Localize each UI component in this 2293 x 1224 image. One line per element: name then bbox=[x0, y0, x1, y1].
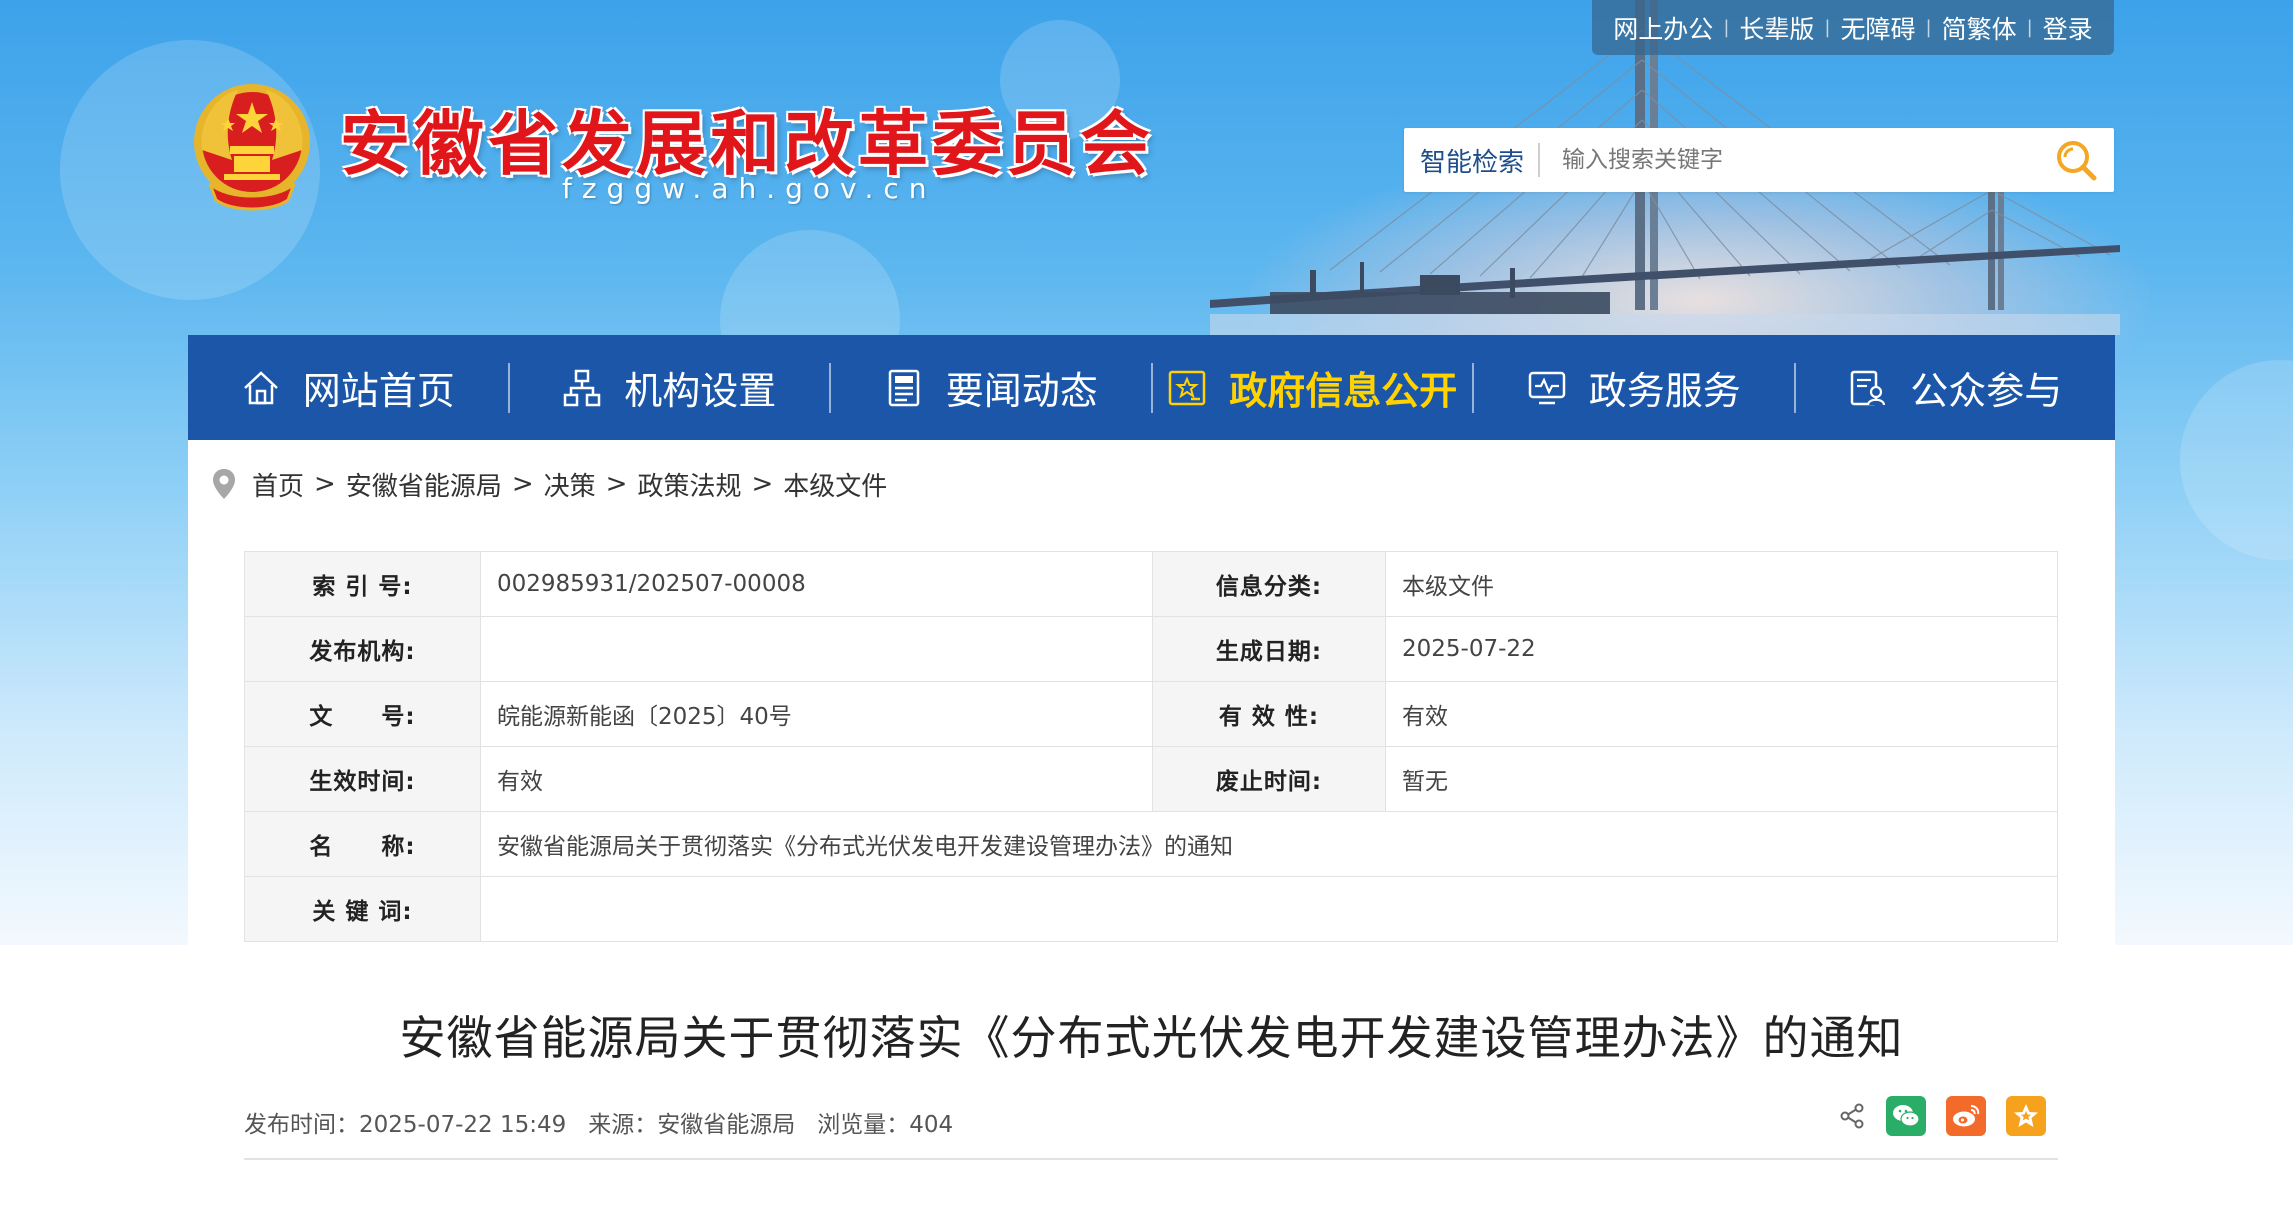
nav-services[interactable]: 政务服务 bbox=[1474, 335, 1794, 440]
main-navigation: 网站首页 机构设置 要闻动态 政府信息公开 政务服务 公众参与 bbox=[188, 335, 2115, 440]
document-number-label: 文 号: bbox=[244, 681, 481, 747]
table-row: 索 引 号: 002985931/202507-00008 信息分类: 本级文件 bbox=[244, 551, 2058, 617]
breadcrumb-separator: > bbox=[511, 469, 534, 499]
star-icon bbox=[2014, 1104, 2038, 1127]
smart-search-label: 智能检索 bbox=[1420, 147, 1525, 178]
publish-time: 发布时间：2025-07-22 15:49 bbox=[244, 1112, 567, 1138]
nav-news[interactable]: 要闻动态 bbox=[831, 335, 1151, 440]
nav-organization-label: 机构设置 bbox=[624, 369, 777, 413]
validity-value: 有效 bbox=[1385, 681, 2058, 747]
nav-home-label: 网站首页 bbox=[302, 369, 455, 413]
national-emblem-logo[interactable] bbox=[188, 80, 316, 214]
search-input[interactable] bbox=[1540, 130, 2038, 190]
search-bar: 智能检索 bbox=[1404, 128, 2114, 192]
divider bbox=[244, 1158, 2058, 1160]
content-panel: 首页 > 安徽省能源局 > 决策 > 政策法规 > 本级文件 索 引 号: 00… bbox=[188, 440, 2115, 1224]
home-icon bbox=[243, 370, 278, 404]
nav-organization[interactable]: 机构设置 bbox=[510, 335, 830, 440]
document-metadata-table: 索 引 号: 002985931/202507-00008 信息分类: 本级文件… bbox=[244, 551, 2058, 942]
nav-services-label: 政务服务 bbox=[1588, 369, 1741, 413]
article-title: 安徽省能源局关于贯彻落实《分布式光伏发电开发建设管理办法》的通知 bbox=[399, 1011, 1904, 1065]
info-disclosure-icon bbox=[1168, 370, 1206, 405]
article-publish-info: 发布时间：2025-07-22 15:49 来源：安徽省能源局 浏览量：404 bbox=[244, 1105, 953, 1139]
simplified-traditional-link[interactable]: 简繁体 bbox=[1932, 10, 2027, 46]
generated-date-label: 生成日期: bbox=[1152, 616, 1386, 682]
breadcrumb-energy-bureau[interactable]: 安徽省能源局 bbox=[346, 466, 502, 503]
site-domain: fzggw.ah.gov.cn bbox=[562, 172, 937, 205]
table-row: 名 称: 安徽省能源局关于贯彻落实《分布式光伏发电开发建设管理办法》的通知 bbox=[244, 811, 2058, 877]
nav-participation-label: 公众参与 bbox=[1910, 369, 2063, 413]
accessibility-link[interactable]: 无障碍 bbox=[1830, 10, 1925, 46]
document-number-value: 皖能源新能函〔2025〕40号 bbox=[480, 681, 1153, 747]
breadcrumb: 首页 > 安徽省能源局 > 决策 > 政策法规 > 本级文件 bbox=[212, 464, 887, 504]
validity-label: 有 效 性: bbox=[1152, 681, 1386, 747]
online-office-link[interactable]: 网上办公 bbox=[1603, 10, 1723, 46]
breadcrumb-separator: > bbox=[605, 469, 628, 499]
nav-news-label: 要闻动态 bbox=[945, 369, 1098, 413]
document-name-label: 名 称: bbox=[244, 811, 481, 877]
effective-time-value: 有效 bbox=[480, 746, 1153, 812]
info-category-label: 信息分类: bbox=[1152, 551, 1386, 617]
service-monitor-icon bbox=[1528, 371, 1565, 404]
table-row: 生效时间: 有效 废止时间: 暂无 bbox=[244, 746, 2058, 812]
keywords-value bbox=[480, 876, 2058, 942]
breadcrumb-separator: > bbox=[751, 469, 774, 499]
nav-info-disclosure-label: 政府信息公开 bbox=[1229, 369, 1458, 413]
nav-home[interactable]: 网站首页 bbox=[188, 335, 508, 440]
publisher-value bbox=[480, 616, 1153, 682]
wechat-icon bbox=[1893, 1105, 1920, 1127]
index-number-label: 索 引 号: bbox=[244, 551, 481, 617]
weibo-share-button[interactable] bbox=[1946, 1096, 1986, 1136]
favorite-button[interactable] bbox=[2006, 1096, 2046, 1136]
weibo-icon bbox=[1953, 1105, 1980, 1127]
nav-info-disclosure[interactable]: 政府信息公开 bbox=[1153, 335, 1473, 440]
breadcrumb-decision[interactable]: 决策 bbox=[544, 466, 596, 503]
index-number-value: 002985931/202507-00008 bbox=[480, 551, 1153, 617]
breadcrumb-policy[interactable]: 政策法规 bbox=[637, 466, 741, 503]
table-row: 发布机构: 生成日期: 2025-07-22 bbox=[244, 616, 2058, 682]
wechat-share-button[interactable] bbox=[1886, 1096, 1926, 1136]
top-utility-links: 网上办公 | 长辈版 | 无障碍 | 简繁体 | 登录 bbox=[1592, 0, 2114, 55]
share-toolbar bbox=[1838, 1096, 2046, 1136]
login-link[interactable]: 登录 bbox=[2033, 10, 2103, 46]
article-source: 来源：安徽省能源局 bbox=[588, 1112, 796, 1138]
news-icon bbox=[888, 369, 919, 406]
breadcrumb-local-docs[interactable]: 本级文件 bbox=[783, 466, 887, 503]
search-icon bbox=[2057, 141, 2097, 181]
location-pin-icon bbox=[213, 469, 235, 499]
search-button[interactable] bbox=[2038, 128, 2114, 192]
share-icon[interactable] bbox=[1838, 1102, 1866, 1130]
nav-participation[interactable]: 公众参与 bbox=[1796, 335, 2116, 440]
keywords-label: 关 键 词: bbox=[244, 876, 481, 942]
participation-icon bbox=[1850, 370, 1886, 405]
elder-version-link[interactable]: 长辈版 bbox=[1729, 10, 1824, 46]
abolish-time-label: 废止时间: bbox=[1152, 746, 1386, 812]
table-row: 文 号: 皖能源新能函〔2025〕40号 有 效 性: 有效 bbox=[244, 681, 2058, 747]
info-category-value: 本级文件 bbox=[1385, 551, 2058, 617]
org-chart-icon bbox=[563, 369, 601, 406]
publisher-label: 发布机构: bbox=[244, 616, 481, 682]
table-row: 关 键 词: bbox=[244, 876, 2058, 942]
abolish-time-value: 暂无 bbox=[1385, 746, 2058, 812]
breadcrumb-separator: > bbox=[314, 469, 336, 499]
view-count: 浏览量：404 bbox=[817, 1112, 954, 1138]
generated-date-value: 2025-07-22 bbox=[1385, 616, 2058, 682]
document-name-value: 安徽省能源局关于贯彻落实《分布式光伏发电开发建设管理办法》的通知 bbox=[480, 811, 2058, 877]
breadcrumb-home[interactable]: 首页 bbox=[252, 466, 304, 503]
effective-time-label: 生效时间: bbox=[244, 746, 481, 812]
